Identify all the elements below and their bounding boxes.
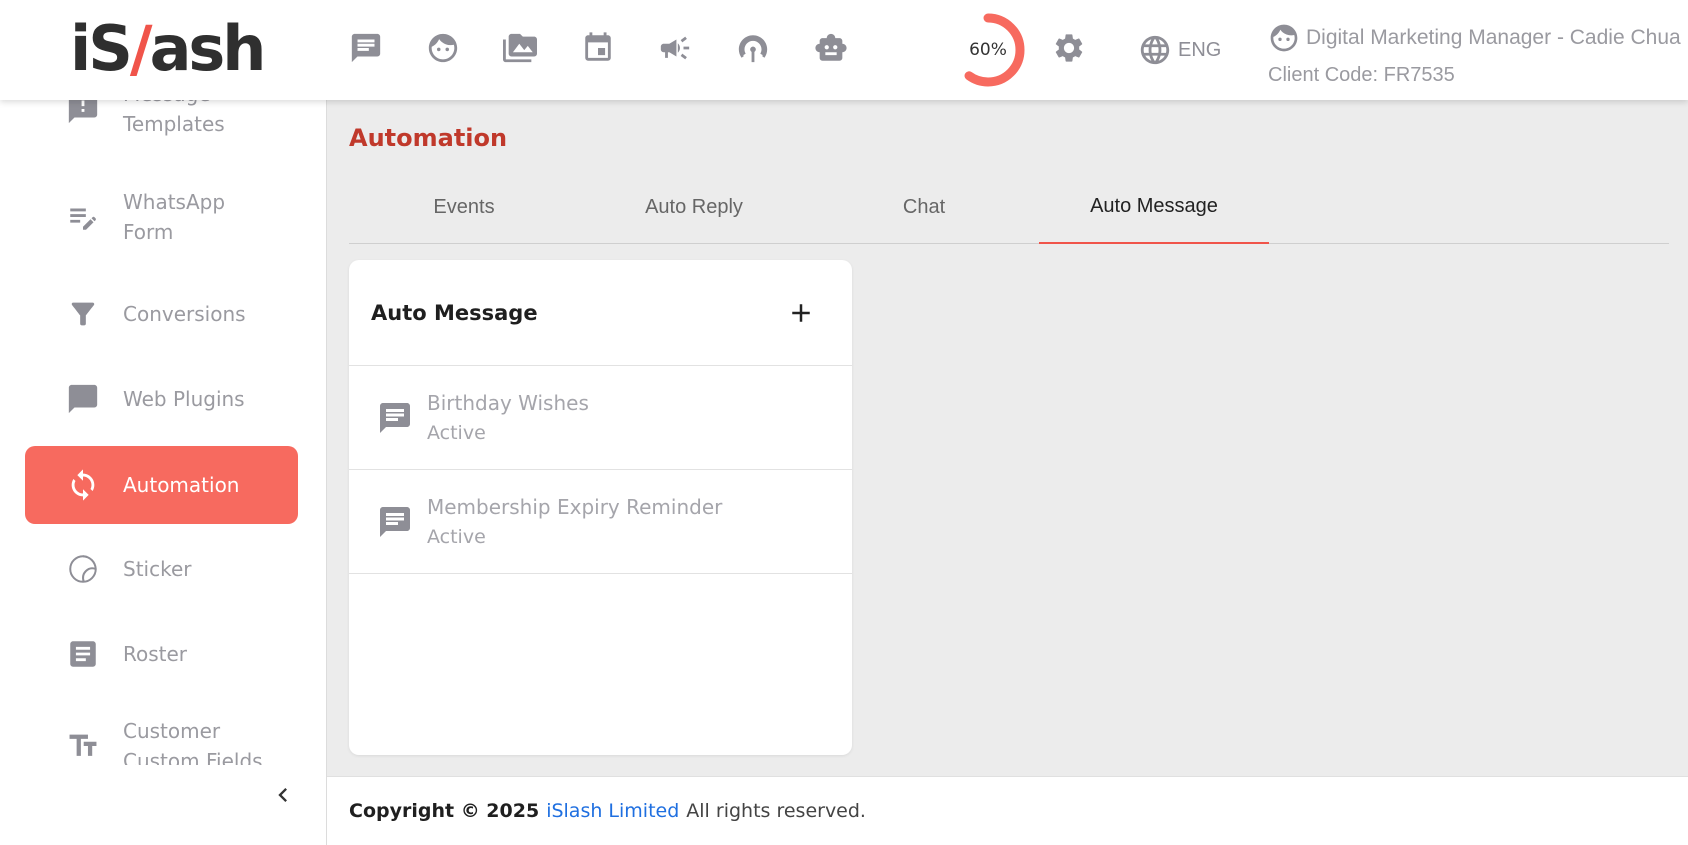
plus-icon	[792, 303, 810, 322]
bot-icon[interactable]	[811, 28, 851, 68]
message-icon	[375, 502, 415, 542]
sidebar-item-roster[interactable]: Roster	[25, 615, 298, 693]
rights-text: All rights reserved.	[686, 800, 866, 822]
sidebar-item-label: Message Templates	[123, 100, 225, 136]
automation-tabs: Events Auto Reply Chat Auto Message	[349, 170, 1669, 244]
chat-bubble-icon	[61, 377, 105, 421]
add-auto-message-button[interactable]	[784, 296, 818, 330]
language-label: ENG	[1178, 38, 1222, 61]
message-name: Membership Expiry Reminder	[427, 494, 723, 519]
chat-icon[interactable]	[346, 28, 386, 68]
message-name: Birthday Wishes	[427, 390, 589, 415]
company-link[interactable]: iSlash Limited	[546, 800, 679, 822]
chevron-left-icon	[278, 788, 287, 802]
sidebar-item-conversions[interactable]: Conversions	[25, 275, 298, 353]
sidebar-item-label: Conversions	[123, 302, 246, 326]
user-face-icon	[1270, 24, 1298, 52]
tab-auto-message[interactable]: Auto Message	[1039, 170, 1269, 244]
gear-icon[interactable]	[1049, 28, 1089, 68]
language-selector[interactable]: ENG	[1138, 30, 1221, 70]
client-code: Client Code: FR7535	[1268, 64, 1455, 86]
tab-events[interactable]: Events	[349, 170, 579, 244]
sidebar-item-customer-custom-fields[interactable]: Customer Custom Fields	[25, 707, 298, 765]
collapse-sidebar-button[interactable]	[268, 780, 298, 810]
text-size-icon	[61, 724, 105, 765]
sidebar-item-label: Customer Custom Fields	[123, 719, 263, 765]
sidebar-item-label: Roster	[123, 642, 188, 666]
card-title: Auto Message	[371, 300, 538, 325]
progress-label: 60%	[969, 40, 1007, 60]
campaign-icon[interactable]	[655, 28, 695, 68]
sidebar-item-label: Sticker	[123, 557, 192, 581]
auto-message-card: Auto Message Birthday Wishes Active Memb…	[349, 260, 852, 755]
calendar-icon[interactable]	[578, 28, 618, 68]
profile-progress-ring: 60%	[950, 12, 1026, 88]
sidebar-item-sticker[interactable]: Sticker	[25, 530, 298, 608]
tab-auto-reply[interactable]: Auto Reply	[579, 170, 809, 244]
sidebar-item-label: Web Plugins	[123, 387, 245, 411]
top-header: iS/ash 60% ENG Digital Marketing Manager…	[0, 0, 1688, 100]
sidebar-item-web-plugins[interactable]: Web Plugins	[25, 360, 298, 438]
message-icon	[375, 398, 415, 438]
islash-logo[interactable]: iS/ash	[70, 14, 266, 84]
card-header: Auto Message	[349, 260, 852, 366]
tab-chat[interactable]: Chat	[809, 170, 1039, 244]
roster-icon	[61, 632, 105, 676]
user-info[interactable]: Digital Marketing Manager - Cadie Chua C…	[1268, 20, 1681, 87]
main-content: Automation Events Auto Reply Chat Auto M…	[327, 100, 1688, 776]
page-title: Automation	[349, 124, 508, 152]
message-status: Active	[427, 421, 486, 444]
sidebar-item-label: WhatsApp Form	[123, 190, 226, 244]
list-item[interactable]: Membership Expiry Reminder Active	[349, 470, 852, 574]
list-item[interactable]: Birthday Wishes Active	[349, 366, 852, 470]
podcast-icon[interactable]	[733, 28, 773, 68]
sidebar-item-whatsapp-form[interactable]: WhatsApp Form	[25, 178, 298, 256]
message-status: Active	[427, 525, 486, 548]
face-icon[interactable]	[423, 28, 463, 68]
footer: Copyright © 2025 iSlash Limited All righ…	[327, 776, 1688, 845]
message-alert-icon	[61, 100, 105, 131]
sidebar-list[interactable]: Message Templates WhatsApp Form Conversi…	[0, 100, 326, 765]
media-icon[interactable]	[500, 28, 540, 68]
sticker-icon	[61, 547, 105, 591]
sidebar-item-label: Automation	[123, 473, 240, 497]
sidebar-item-automation[interactable]: Automation	[25, 446, 298, 524]
user-title: Digital Marketing Manager - Cadie Chua	[1306, 26, 1681, 49]
sidebar-item-message-templates[interactable]: Message Templates	[25, 100, 298, 148]
globe-icon	[1140, 35, 1170, 65]
form-edit-icon	[61, 195, 105, 239]
copyright-text: Copyright © 2025	[349, 800, 540, 822]
filter-icon	[61, 292, 105, 336]
sidebar: Message Templates WhatsApp Form Conversi…	[0, 100, 327, 845]
sync-icon	[61, 463, 105, 507]
